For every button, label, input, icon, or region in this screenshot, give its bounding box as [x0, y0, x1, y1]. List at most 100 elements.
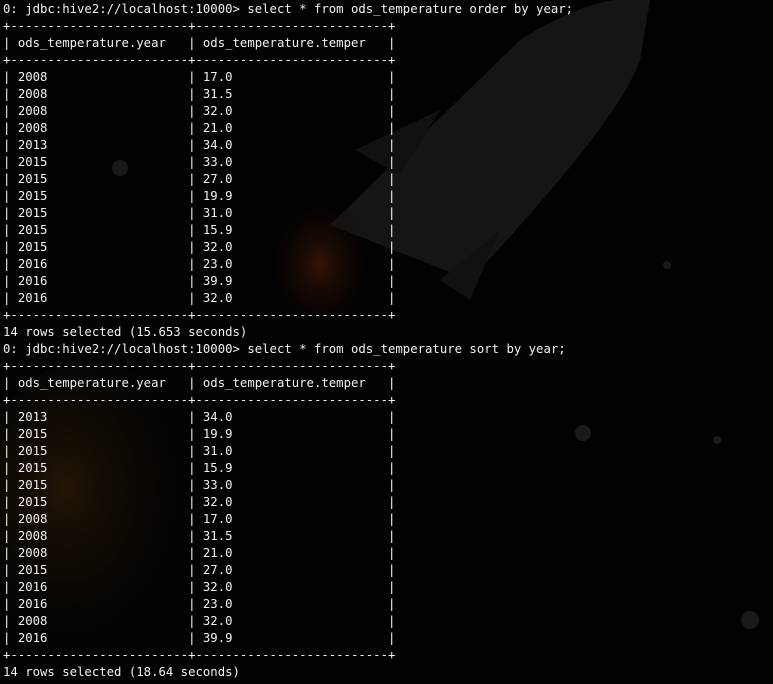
- table-row: | 2015 | 33.0 |: [3, 155, 396, 169]
- cell-year: 2015: [17, 478, 181, 492]
- cell-temper: 21.0: [202, 121, 381, 135]
- table-row: | 2008 | 32.0 |: [3, 104, 396, 118]
- cell-year: 2016: [17, 257, 181, 271]
- table-row: | 2015 | 32.0 |: [3, 495, 396, 509]
- cell-temper: 33.0: [202, 155, 381, 169]
- prompt: 0: jdbc:hive2://localhost:10000>: [3, 2, 240, 16]
- cell-temper: 32.0: [202, 291, 381, 305]
- result-summary: 14 rows selected (18.64 seconds): [3, 664, 573, 681]
- cell-temper: 19.9: [202, 427, 381, 441]
- cell-temper: 32.0: [202, 104, 381, 118]
- table-row: | 2016 | 23.0 |: [3, 257, 396, 271]
- table-row: | 2016 | 32.0 |: [3, 580, 396, 594]
- cell-temper: 23.0: [202, 597, 381, 611]
- cell-year: 2015: [17, 206, 181, 220]
- result-summary: 14 rows selected (15.653 seconds): [3, 324, 573, 341]
- cell-temper: 31.5: [202, 87, 381, 101]
- table-row: | 2008 | 21.0 |: [3, 121, 396, 135]
- cell-temper: 27.0: [202, 563, 381, 577]
- cell-year: 2015: [17, 172, 181, 186]
- cell-temper: 32.0: [202, 495, 381, 509]
- cell-year: 2008: [17, 512, 181, 526]
- table-row: | 2015 | 33.0 |: [3, 478, 396, 492]
- cell-year: 2016: [17, 597, 181, 611]
- cell-temper: 23.0: [202, 257, 381, 271]
- rows-selected-summary: 14 rows selected (18.64 seconds): [3, 665, 240, 679]
- command-line: 0: jdbc:hive2://localhost:10000> select …: [3, 1, 573, 18]
- cell-year: 2015: [17, 155, 181, 169]
- cell-year: 2008: [17, 546, 181, 560]
- table-row: | 2008 | 17.0 |: [3, 512, 396, 526]
- table-row: | 2008 | 21.0 |: [3, 546, 396, 560]
- cell-year: 2016: [17, 580, 181, 594]
- cell-year: 2015: [17, 563, 181, 577]
- table-row: | 2015 | 15.9 |: [3, 223, 396, 237]
- table-border-line: +------------------------+--------------…: [3, 308, 396, 322]
- table-border-line: +------------------------+--------------…: [3, 648, 396, 662]
- cell-year: 2015: [17, 444, 181, 458]
- cell-year: 2013: [17, 410, 181, 424]
- terminal-output: 0: jdbc:hive2://localhost:10000> select …: [3, 1, 573, 681]
- cell-year: 2016: [17, 274, 181, 288]
- table-row: | 2015 | 32.0 |: [3, 240, 396, 254]
- rows-selected-summary: 14 rows selected (15.653 seconds): [3, 325, 248, 339]
- cell-temper: 15.9: [202, 461, 381, 475]
- cell-temper: 32.0: [202, 614, 381, 628]
- cell-temper: 27.0: [202, 172, 381, 186]
- terminal-window[interactable]: 0: jdbc:hive2://localhost:10000> select …: [0, 0, 773, 684]
- command-text[interactable]: select * from ods_temperature order by y…: [247, 2, 573, 16]
- table-border-line: +------------------------+--------------…: [3, 19, 396, 33]
- cell-temper: 39.9: [202, 274, 381, 288]
- table-row: | 2015 | 31.0 |: [3, 206, 396, 220]
- table-header-row: | ods_temperature.year | ods_temperature…: [3, 36, 396, 50]
- cell-temper: 17.0: [202, 512, 381, 526]
- cell-temper: 33.0: [202, 478, 381, 492]
- table-row: | 2015 | 31.0 |: [3, 444, 396, 458]
- column-header-year: ods_temperature.year: [17, 376, 181, 390]
- cell-temper: 32.0: [202, 240, 381, 254]
- cell-year: 2015: [17, 223, 181, 237]
- table-row: | 2015 | 27.0 |: [3, 172, 396, 186]
- cell-year: 2013: [17, 138, 181, 152]
- cell-year: 2008: [17, 104, 181, 118]
- cell-year: 2016: [17, 291, 181, 305]
- table-border: +------------------------+--------------…: [3, 52, 573, 69]
- command-line: 0: jdbc:hive2://localhost:10000> select …: [3, 341, 573, 358]
- cell-temper: 34.0: [202, 410, 381, 424]
- table-row: | 2008 | 31.5 |: [3, 529, 396, 543]
- cell-year: 2008: [17, 70, 181, 84]
- cell-year: 2015: [17, 189, 181, 203]
- table-row: | 2015 | 15.9 |: [3, 461, 396, 475]
- column-header-year: ods_temperature.year: [17, 36, 181, 50]
- cell-temper: 39.9: [202, 631, 381, 645]
- table-row: | 2015 | 27.0 |: [3, 563, 396, 577]
- table-row: | 2015 | 19.9 |: [3, 189, 396, 203]
- column-header-temper: ods_temperature.temper: [202, 376, 381, 390]
- table-border: +------------------------+--------------…: [3, 647, 573, 664]
- command-text[interactable]: select * from ods_temperature sort by ye…: [247, 342, 565, 356]
- table-border-line: +------------------------+--------------…: [3, 53, 396, 67]
- cell-year: 2008: [17, 87, 181, 101]
- cell-temper: 32.0: [202, 580, 381, 594]
- table-header-row: | ods_temperature.year | ods_temperature…: [3, 376, 396, 390]
- prompt: 0: jdbc:hive2://localhost:10000>: [3, 342, 240, 356]
- table-border-line: +------------------------+--------------…: [3, 393, 396, 407]
- table-row: | 2016 | 39.9 |: [3, 631, 396, 645]
- cell-temper: 31.0: [202, 444, 381, 458]
- cell-year: 2008: [17, 614, 181, 628]
- table-row: | 2008 | 31.5 |: [3, 87, 396, 101]
- cell-temper: 34.0: [202, 138, 381, 152]
- column-header-temper: ods_temperature.temper: [202, 36, 381, 50]
- table-row: | 2016 | 32.0 |: [3, 291, 396, 305]
- table-border: +------------------------+--------------…: [3, 392, 573, 409]
- cell-temper: 31.0: [202, 206, 381, 220]
- cell-temper: 15.9: [202, 223, 381, 237]
- cell-year: 2008: [17, 529, 181, 543]
- cell-temper: 31.5: [202, 529, 381, 543]
- table-row: | 2016 | 23.0 |: [3, 597, 396, 611]
- table-border: +------------------------+--------------…: [3, 358, 573, 375]
- table-row: | 2013 | 34.0 |: [3, 410, 396, 424]
- cell-temper: 19.9: [202, 189, 381, 203]
- cell-year: 2015: [17, 240, 181, 254]
- table-border: +------------------------+--------------…: [3, 18, 573, 35]
